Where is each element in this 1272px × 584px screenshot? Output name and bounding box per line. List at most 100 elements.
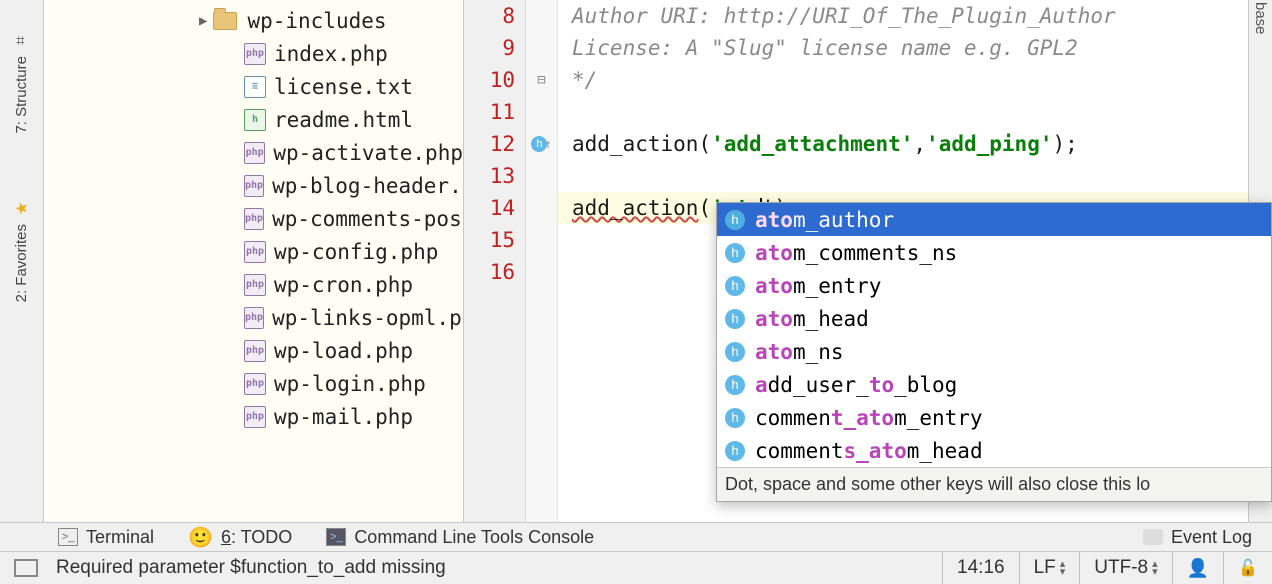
line-number-gutter[interactable]: 8910111213141516 bbox=[464, 0, 526, 522]
tree-file[interactable]: php wp-links-opml.php bbox=[44, 301, 463, 334]
console-label: Command Line Tools Console bbox=[354, 527, 594, 548]
todo-tab[interactable]: 🙂 6: TODO bbox=[188, 525, 292, 550]
autocomplete-popup[interactable]: hatom_authorhatom_comments_nshatom_entry… bbox=[716, 202, 1272, 502]
php-file-icon: php bbox=[244, 208, 264, 230]
autocomplete-item[interactable]: h atom_entry bbox=[717, 269, 1271, 302]
file-label: wp-login.php bbox=[274, 372, 426, 396]
encoding-selector[interactable]: UTF-8 ▴▾ bbox=[1079, 552, 1171, 584]
line-ending-selector[interactable]: LF ▴▾ bbox=[1019, 552, 1080, 584]
code-line bbox=[558, 160, 1248, 192]
html-file-icon: h bbox=[244, 109, 266, 131]
code-line: */ bbox=[558, 64, 1248, 96]
speech-bubble-icon bbox=[1143, 529, 1163, 545]
terminal-label: Terminal bbox=[86, 527, 154, 548]
gutter-marker-column: ⊟ h↑ bbox=[526, 0, 558, 522]
hook-badge-icon: h bbox=[725, 276, 745, 296]
terminal-tab[interactable]: >_ Terminal bbox=[58, 527, 154, 548]
autocomplete-text: atom_comments_ns bbox=[755, 241, 957, 265]
tree-file[interactable]: php wp-comments-post. bbox=[44, 202, 463, 235]
favorites-tool-tab[interactable]: 2: Favorites ★ bbox=[13, 186, 30, 314]
tree-file[interactable]: h readme.html bbox=[44, 103, 463, 136]
txt-file-icon: ≡ bbox=[244, 76, 266, 98]
tree-file[interactable]: phpwp-load.php bbox=[44, 334, 463, 367]
fold-end-icon[interactable]: ⊟ bbox=[537, 72, 545, 88]
folder-label: wp-includes bbox=[247, 9, 386, 33]
autocomplete-text: atom_entry bbox=[755, 274, 881, 298]
console-icon: >_ bbox=[326, 528, 346, 546]
tree-file[interactable]: phpwp-login.php bbox=[44, 367, 463, 400]
autocomplete-item[interactable]: hadd_user_to_blog bbox=[717, 368, 1271, 401]
hook-badge-icon: h bbox=[725, 375, 745, 395]
structure-icon: ⌗ bbox=[12, 36, 30, 45]
tree-file[interactable]: phpwp-activate.php bbox=[44, 136, 463, 169]
file-label: readme.html bbox=[274, 108, 413, 132]
line-number[interactable]: 15 bbox=[464, 224, 525, 256]
hook-badge-icon: h bbox=[725, 441, 745, 461]
autocomplete-text: atom_ns bbox=[755, 340, 844, 364]
tree-file[interactable]: phpwp-mail.php bbox=[44, 400, 463, 433]
hook-badge-icon: h bbox=[725, 309, 745, 329]
autocomplete-text: atom_author bbox=[755, 208, 894, 232]
updown-icon: ▴▾ bbox=[1060, 560, 1066, 576]
file-label: wp-comments-post. bbox=[272, 207, 464, 231]
autocomplete-item[interactable]: h atom_author bbox=[717, 203, 1271, 236]
php-file-icon: php bbox=[244, 307, 264, 329]
autocomplete-item[interactable]: hatom_head bbox=[717, 302, 1271, 335]
autocomplete-text: comment_atom_entry bbox=[755, 406, 983, 430]
caret-position[interactable]: 14:16 bbox=[942, 552, 1019, 584]
autocomplete-item[interactable]: h comment_atom_entry bbox=[717, 401, 1271, 434]
project-tree[interactable]: ▶ wp-includes phpindex.php≡license.txthr… bbox=[44, 0, 464, 522]
autocomplete-hint: Dot, space and some other keys will also… bbox=[717, 467, 1271, 501]
php-file-icon: php bbox=[244, 175, 264, 197]
autocomplete-item[interactable]: hatom_comments_ns bbox=[717, 236, 1271, 269]
structure-tool-tab[interactable]: 7: Structure ⌗ bbox=[13, 20, 30, 146]
code-line: Author URI: http://URI_Of_The_Plugin_Aut… bbox=[558, 0, 1248, 32]
updown-icon: ▴▾ bbox=[1152, 560, 1158, 576]
console-tab[interactable]: >_ Command Line Tools Console bbox=[326, 527, 594, 548]
lock-icon[interactable]: 🔓 bbox=[1223, 552, 1272, 584]
status-indicator-icon[interactable] bbox=[14, 559, 38, 577]
code-line: add_action('add_attachment','add_ping'); bbox=[558, 128, 1248, 160]
inspector-icon[interactable]: 👤 bbox=[1172, 552, 1223, 584]
bottom-tool-tabs: >_ Terminal 🙂 6: TODO >_ Command Line To… bbox=[0, 522, 1272, 552]
file-label: wp-config.php bbox=[274, 240, 438, 264]
event-log-tab[interactable]: Event Log bbox=[1143, 527, 1252, 548]
line-number[interactable]: 16 bbox=[464, 256, 525, 288]
tree-file[interactable]: phpindex.php bbox=[44, 37, 463, 70]
tree-file[interactable]: phpwp-config.php bbox=[44, 235, 463, 268]
hook-badge-icon: h bbox=[725, 210, 745, 230]
tree-file[interactable]: ≡ license.txt bbox=[44, 70, 463, 103]
hook-badge-icon: h bbox=[725, 408, 745, 428]
hook-badge-icon: h bbox=[725, 342, 745, 362]
code-line: License: A "Slug" license name e.g. GPL2 bbox=[558, 32, 1248, 64]
status-message: Required parameter $function_to_add miss… bbox=[52, 557, 942, 579]
star-icon: ★ bbox=[12, 200, 32, 214]
line-number[interactable]: 8 bbox=[464, 0, 525, 32]
file-label: license.txt bbox=[274, 75, 413, 99]
file-label: wp-links-opml.php bbox=[272, 306, 464, 330]
folder-icon bbox=[213, 12, 237, 30]
line-number[interactable]: 13 bbox=[464, 160, 525, 192]
tree-folder-wp-includes[interactable]: ▶ wp-includes bbox=[44, 4, 463, 37]
event-log-label: Event Log bbox=[1171, 527, 1252, 548]
php-file-icon: php bbox=[244, 406, 266, 428]
autocomplete-item[interactable]: hcomments_atom_head bbox=[717, 434, 1271, 467]
todo-label: 6: TODO bbox=[221, 527, 292, 548]
php-file-icon: php bbox=[244, 340, 266, 362]
line-number[interactable]: 11 bbox=[464, 96, 525, 128]
file-label: wp-cron.php bbox=[274, 273, 413, 297]
file-label: index.php bbox=[274, 42, 388, 66]
autocomplete-item[interactable]: h atom_ns bbox=[717, 335, 1271, 368]
left-tool-rail: 7: Structure ⌗ 2: Favorites ★ bbox=[0, 0, 44, 522]
expand-arrow-icon[interactable]: ▶ bbox=[199, 13, 207, 29]
file-label: wp-blog-header.ph bbox=[272, 174, 464, 198]
favorites-label: 2: Favorites bbox=[13, 224, 30, 302]
tree-file[interactable]: phpwp-cron.php bbox=[44, 268, 463, 301]
structure-label: 7: Structure bbox=[13, 56, 30, 134]
line-number[interactable]: 10 bbox=[464, 64, 525, 96]
tree-file[interactable]: php wp-blog-header.ph bbox=[44, 169, 463, 202]
status-bar: Required parameter $function_to_add miss… bbox=[0, 552, 1272, 584]
line-number[interactable]: 12 bbox=[464, 128, 525, 160]
line-number[interactable]: 9 bbox=[464, 32, 525, 64]
line-number[interactable]: 14 bbox=[464, 192, 525, 224]
